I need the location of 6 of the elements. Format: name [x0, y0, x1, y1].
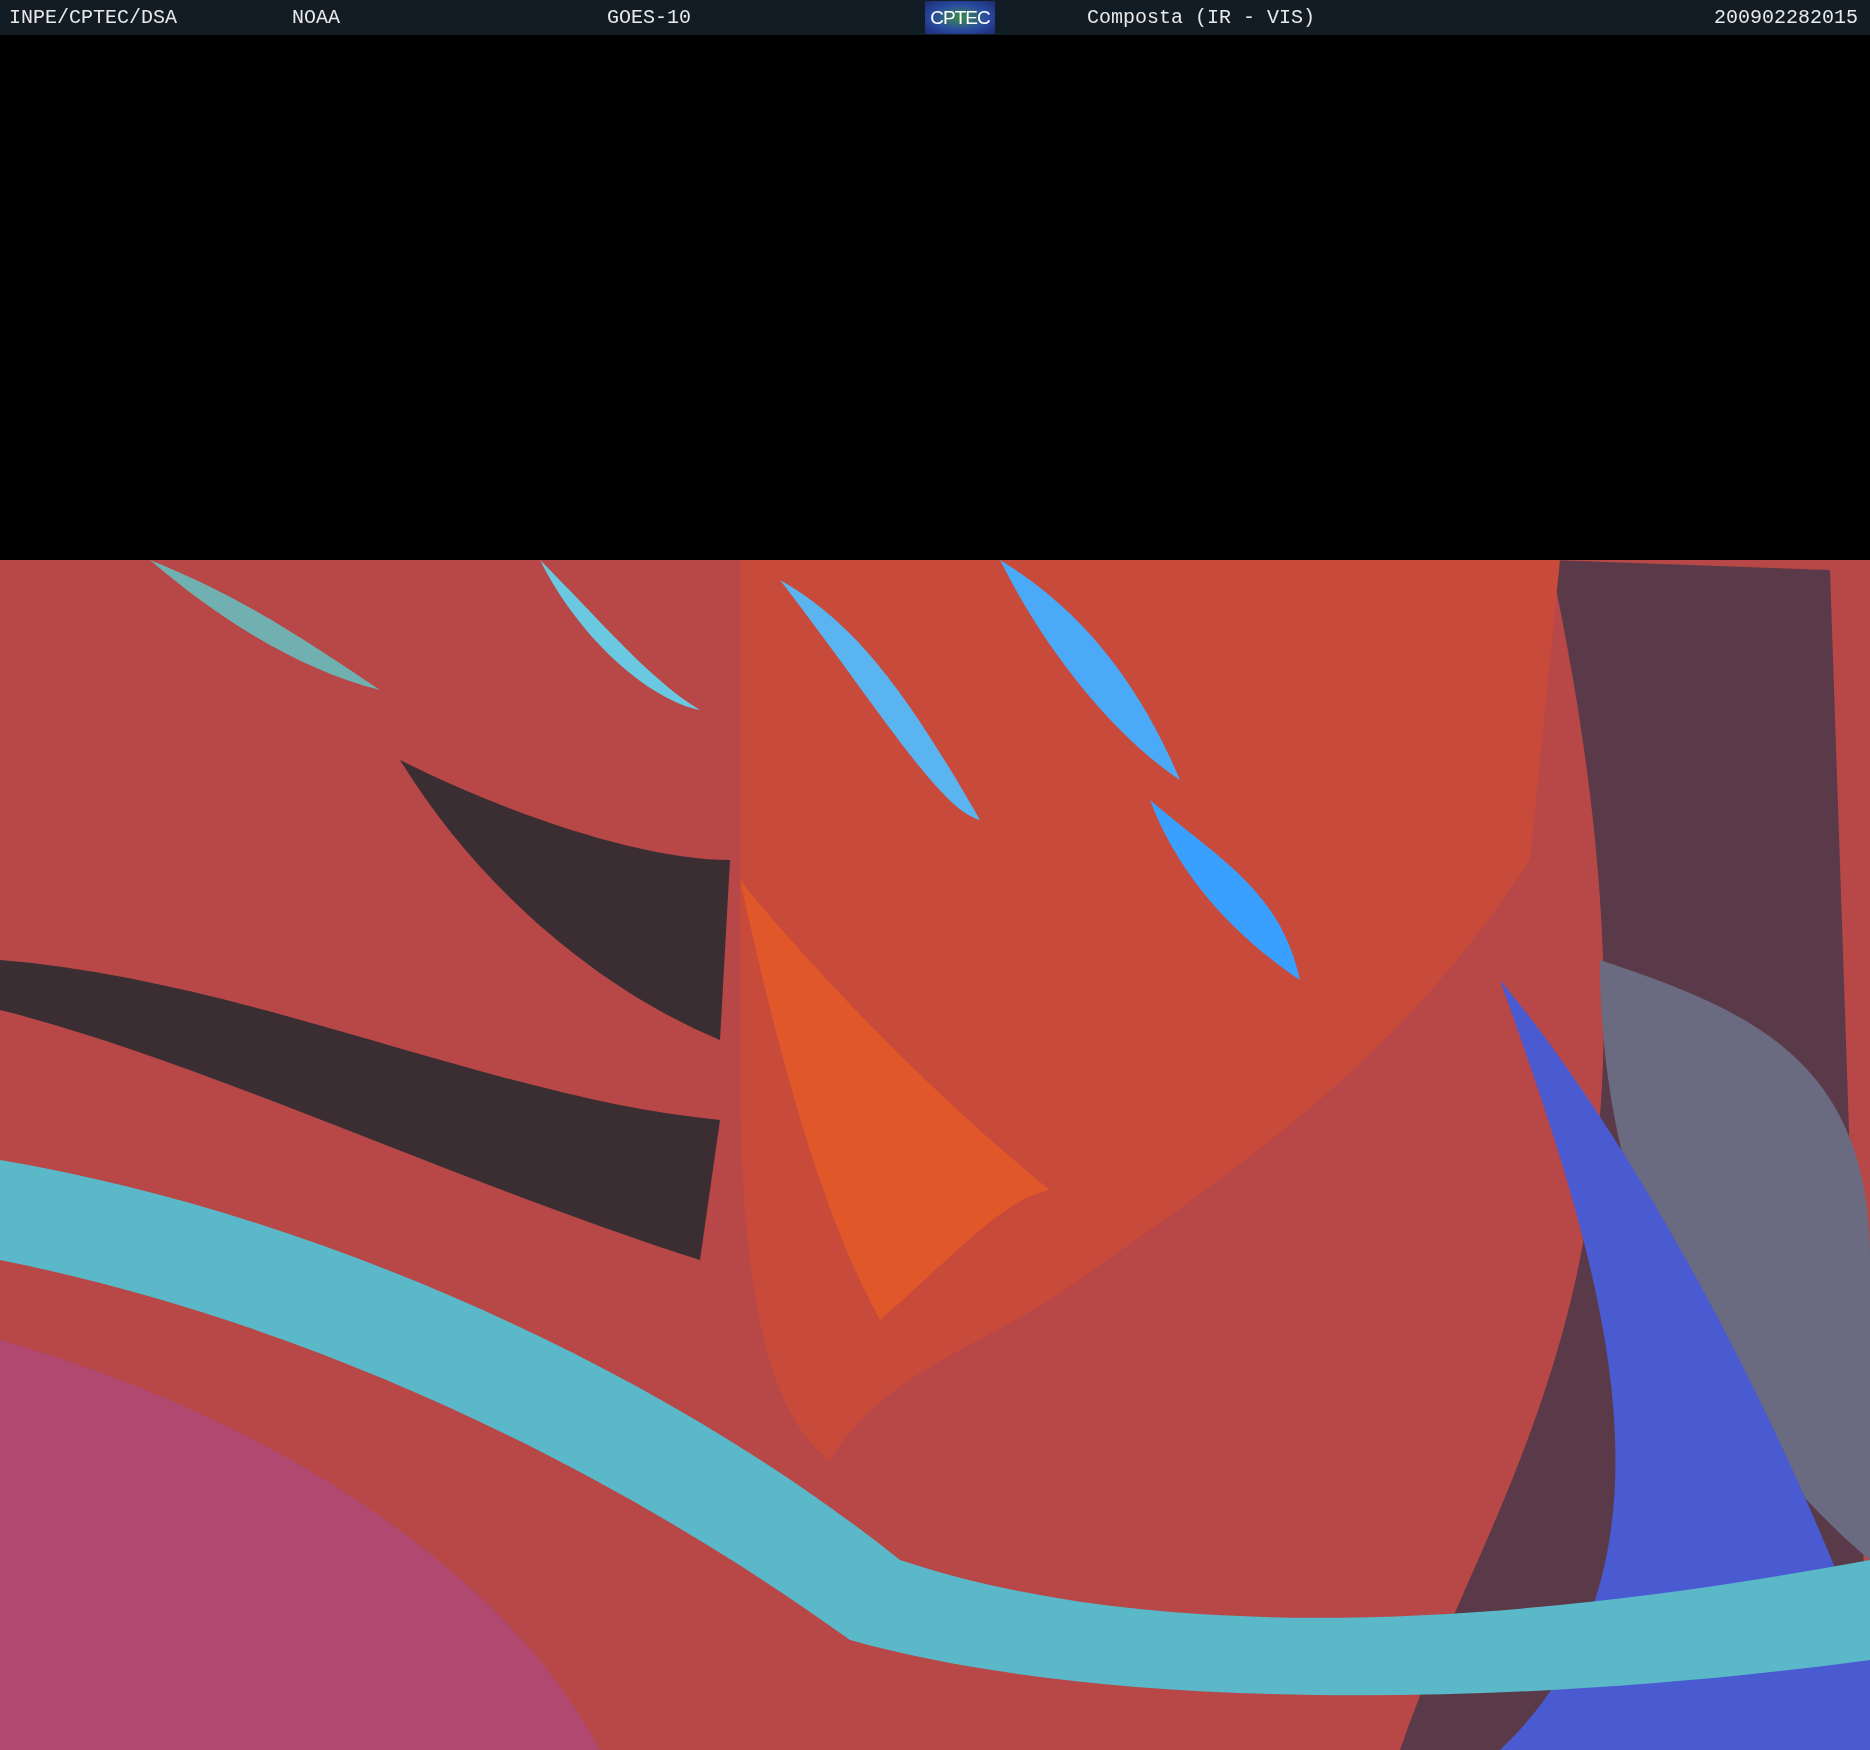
header-text: Composta (IR - VIS) — [1087, 6, 1317, 29]
header-text: NOAA — [292, 6, 341, 29]
header-text: INPE/CPTEC/DSA — [9, 6, 179, 29]
logo: CPTEC — [925, 1, 995, 34]
header-text: GOES-10 — [607, 6, 692, 29]
header-text: 200902282015 — [1713, 6, 1858, 29]
